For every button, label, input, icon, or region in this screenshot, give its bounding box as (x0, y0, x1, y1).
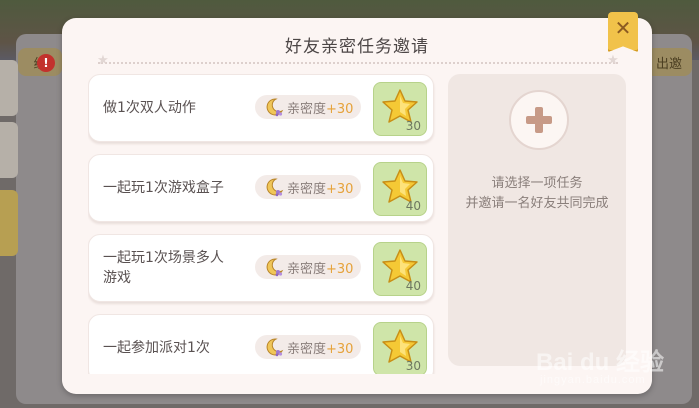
add-task-button[interactable] (509, 90, 569, 150)
star-ornament-icon: ★ (607, 53, 619, 68)
intimacy-value: +30 (326, 262, 354, 277)
watermark: Bai du 经验 jingyan.baidu.com (536, 340, 686, 400)
task-item[interactable]: 做1次双人动作 亲密度+30 30 (88, 74, 434, 142)
background-side-tab (0, 60, 18, 116)
reward-count: 30 (405, 359, 421, 373)
reward-count: 40 (405, 279, 421, 293)
reward-box[interactable]: 30 (373, 322, 427, 374)
close-icon: ✕ (614, 16, 632, 40)
background-side-tab-active (0, 190, 18, 256)
intimacy-badge: 亲密度+30 (255, 255, 361, 279)
task-list[interactable]: 做1次双人动作 亲密度+30 30 一起玩1次游戏盒子 亲密度+30 40 一起… (88, 72, 436, 374)
background-side-tab (0, 122, 18, 178)
moon-icon (266, 258, 284, 277)
intimacy-value: +30 (326, 102, 354, 117)
intimacy-badge: 亲密度+30 (255, 335, 361, 359)
moon-icon (266, 98, 284, 117)
moon-icon (266, 178, 284, 197)
task-name: 做1次双人动作 (103, 100, 196, 116)
moon-icon (266, 338, 284, 357)
background-button-right: 出邀 (646, 48, 692, 76)
intimacy-value: +30 (326, 182, 354, 197)
task-name: 一起参加派对1次 (103, 340, 210, 356)
task-name: 一起玩1次场景多人游戏 (103, 250, 224, 286)
task-item[interactable]: 一起玩1次游戏盒子 亲密度+30 40 (88, 154, 434, 222)
task-name: 一起玩1次游戏盒子 (103, 180, 224, 196)
intimacy-badge: 亲密度+30 (255, 95, 361, 119)
alert-icon: ! (37, 54, 55, 72)
intimacy-label: 亲密度 (287, 262, 327, 277)
reward-box[interactable]: 40 (373, 242, 427, 296)
dialog-title: 好友亲密任务邀请 (285, 37, 429, 57)
intimacy-task-dialog: 好友亲密任务邀请 ★ ★ ✕ 做1次双人动作 亲密度+30 30 一起玩1次游戏… (62, 12, 652, 394)
intimacy-label: 亲密度 (287, 342, 327, 357)
reward-count: 40 (405, 199, 421, 213)
intimacy-value: +30 (326, 342, 354, 357)
reward-box[interactable]: 40 (373, 162, 427, 216)
intimacy-label: 亲密度 (287, 182, 327, 197)
watermark-url: jingyan.baidu.com (540, 374, 646, 386)
plus-icon (526, 107, 552, 133)
invite-hint-line1: 请选择一项任务 (491, 176, 583, 191)
task-item[interactable]: 一起参加派对1次 亲密度+30 30 (88, 314, 434, 374)
intimacy-badge: 亲密度+30 (255, 175, 361, 199)
task-item[interactable]: 一起玩1次场景多人游戏 亲密度+30 40 (88, 234, 434, 302)
reward-count: 30 (405, 119, 421, 133)
watermark-text: Bai du 经验 (536, 349, 665, 376)
close-button[interactable]: ✕ (608, 12, 638, 52)
invite-hint-line2: 并邀请一名好友共同完成 (465, 196, 609, 211)
reward-box[interactable]: 30 (373, 82, 427, 136)
invite-panel: 请选择一项任务 并邀请一名好友共同完成 (448, 74, 626, 366)
intimacy-label: 亲密度 (287, 102, 327, 117)
title-divider (98, 62, 618, 64)
star-ornament-icon: ★ (97, 53, 109, 68)
